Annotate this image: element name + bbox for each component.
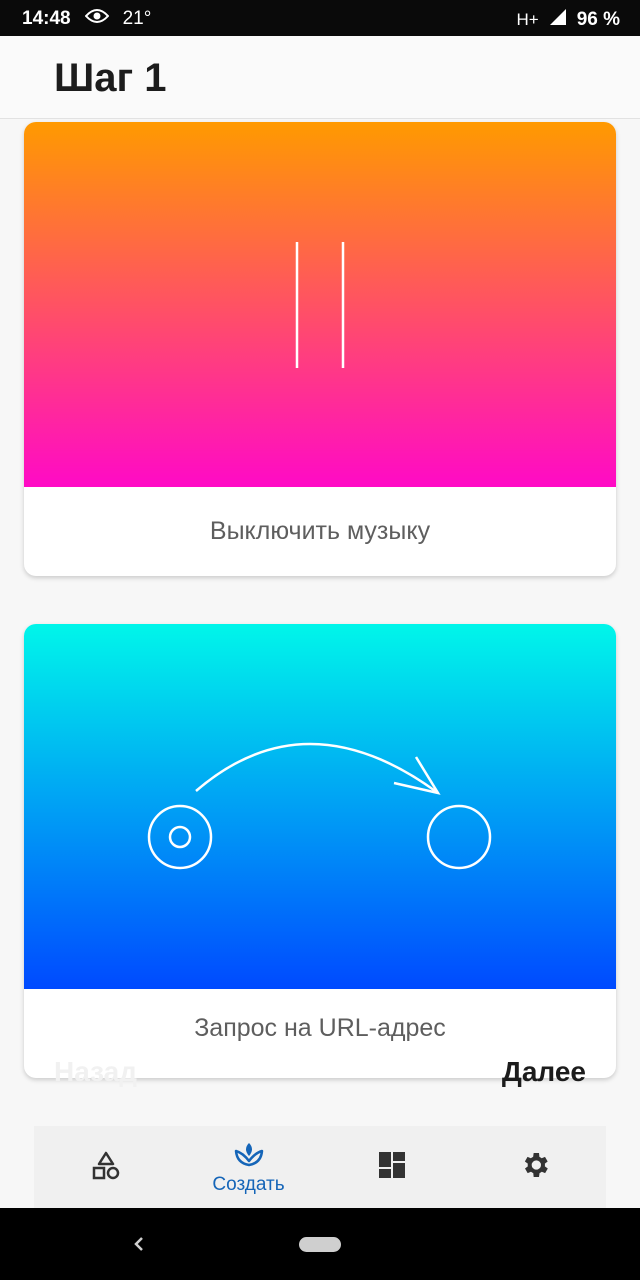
shapes-icon — [91, 1150, 121, 1185]
settings-icon — [519, 1149, 551, 1186]
action-card-url-request[interactable]: Запрос на URL-адрес — [24, 624, 616, 1078]
nav-item-settings[interactable] — [463, 1126, 606, 1208]
app-bar: Шаг 1 — [0, 36, 640, 119]
create-icon — [233, 1139, 265, 1172]
system-home-pill[interactable] — [299, 1237, 341, 1252]
next-button[interactable]: Далее — [502, 1056, 586, 1088]
eye-icon — [84, 8, 109, 30]
nav-item-components[interactable] — [34, 1126, 177, 1208]
card-label: Выключить музыку — [209, 517, 431, 545]
system-back-icon[interactable] — [128, 1230, 148, 1263]
step-navigation: Назад Далее — [0, 1052, 640, 1100]
url-request-icon — [147, 742, 492, 870]
battery-level: 96 % — [576, 9, 620, 30]
status-time: 14:48 — [22, 8, 71, 29]
status-bar: 14:48 21° H+ 96 % — [0, 0, 640, 36]
nav-item-label: Создать — [212, 1173, 285, 1195]
back-button[interactable]: Назад — [54, 1056, 137, 1088]
nav-item-dashboard[interactable] — [320, 1126, 463, 1208]
card-artwork — [24, 624, 616, 989]
page-title: Шаг 1 — [54, 56, 167, 100]
signal-icon — [549, 8, 567, 32]
dashboard-icon — [377, 1150, 407, 1185]
bottom-navigation: Создать — [34, 1126, 606, 1208]
nav-item-create[interactable]: Создать — [177, 1126, 320, 1208]
network-type: H+ — [516, 10, 539, 29]
action-card-stop-music[interactable]: Выключить музыку — [24, 122, 616, 576]
pause-icon — [295, 242, 345, 368]
card-artwork — [24, 122, 616, 487]
status-temperature: 21° — [122, 8, 152, 29]
